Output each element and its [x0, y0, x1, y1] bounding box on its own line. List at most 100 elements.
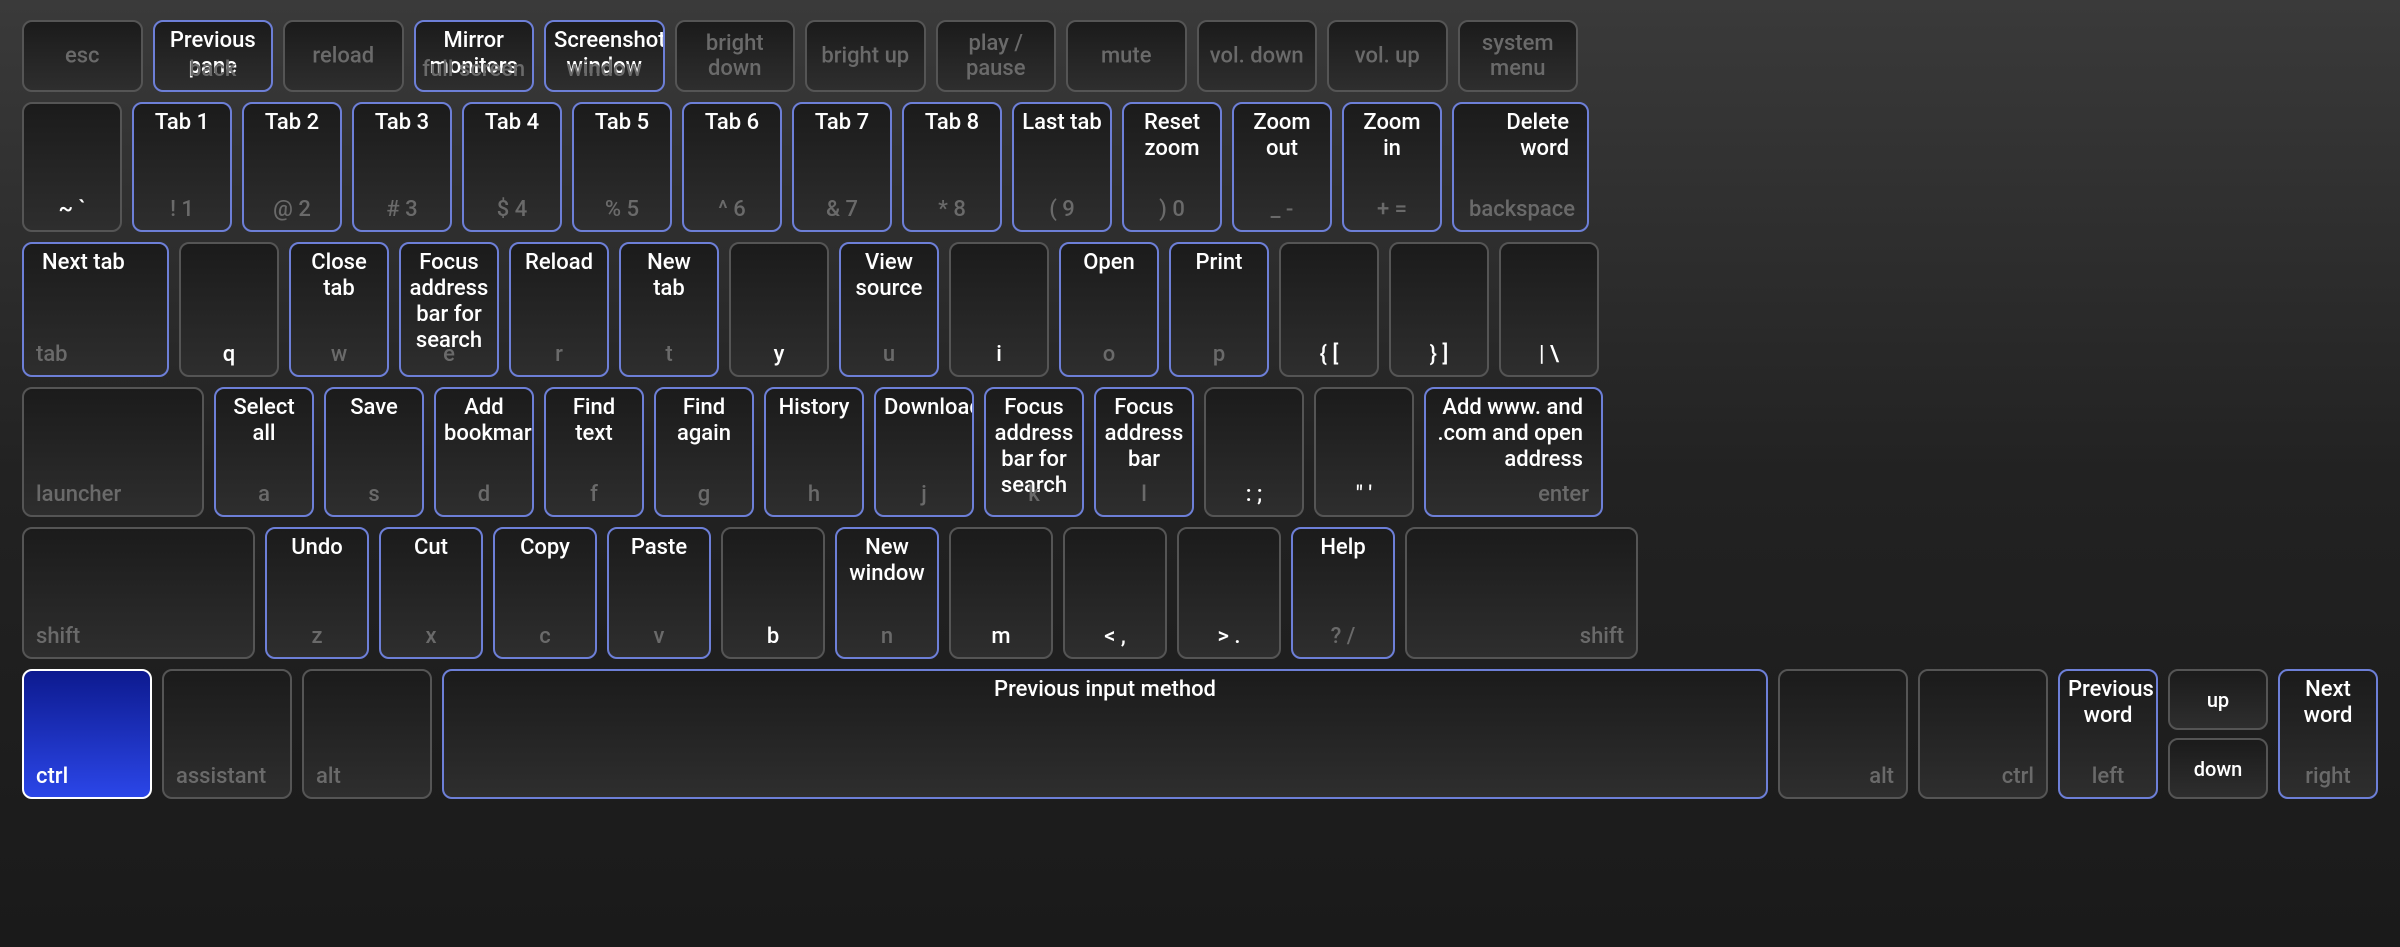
- mute-key[interactable]: mute: [1066, 20, 1187, 92]
- key-glyph: launcher: [36, 482, 121, 507]
- key-glyph: e: [401, 342, 497, 367]
- arrow-up-key[interactable]: up: [2168, 669, 2268, 730]
- shortcut-label: Find text: [546, 395, 642, 447]
- shortcut-label: Zoom out: [1234, 110, 1330, 162]
- key-glyph: j: [876, 482, 972, 507]
- key-backslash-key[interactable]: | \: [1499, 242, 1599, 377]
- shortcut-label: Print: [1171, 250, 1267, 276]
- tab-7-key[interactable]: Tab 7& 7: [792, 102, 892, 232]
- alt-right-key[interactable]: alt: [1778, 669, 1908, 799]
- launcher-key[interactable]: launcher: [22, 387, 204, 517]
- add-bookmark-key[interactable]: Add bookmarkd: [434, 387, 534, 517]
- shortcut-label: Help: [1293, 535, 1393, 561]
- reload-key[interactable]: Reloadr: [509, 242, 609, 377]
- key-glyph: bright down: [677, 31, 794, 81]
- ctrl-left-key[interactable]: ctrl: [22, 669, 152, 799]
- focus-address-search-2-key[interactable]: Focus address bar for searchk: [984, 387, 1084, 517]
- key-comma-key[interactable]: < ,: [1063, 527, 1167, 659]
- play-pause-key[interactable]: play / pause: [936, 20, 1057, 92]
- key-glyph: % 5: [574, 197, 670, 222]
- tab-8-key[interactable]: Tab 8* 8: [902, 102, 1002, 232]
- vol-up-key[interactable]: vol. up: [1327, 20, 1448, 92]
- shortcut-label: Undo: [267, 535, 367, 561]
- key-b-key[interactable]: b: [721, 527, 825, 659]
- shortcut-label: Add www. and .com and open address: [1426, 395, 1591, 473]
- tab-4-key[interactable]: Tab 4$ 4: [462, 102, 562, 232]
- key-glyph: reload: [285, 44, 402, 69]
- zoom-out-key[interactable]: Zoom out_ -: [1232, 102, 1332, 232]
- key-glyph: x: [381, 624, 481, 649]
- key-glyph: } ]: [1391, 342, 1487, 367]
- shortcut-label: Tab 6: [684, 110, 780, 136]
- tab-5-key[interactable]: Tab 5% 5: [572, 102, 672, 232]
- cut-key[interactable]: Cut x: [379, 527, 483, 659]
- arrow-right-key[interactable]: Next word right: [2278, 669, 2378, 799]
- key-lbracket-key[interactable]: { [: [1279, 242, 1379, 377]
- key-glyph: alt: [316, 764, 341, 789]
- close-tab-key[interactable]: Close tabw: [289, 242, 389, 377]
- add-www-com-key[interactable]: Add www. and .com and open addressenter: [1424, 387, 1603, 517]
- history-key[interactable]: Historyh: [764, 387, 864, 517]
- mirror-monitors-key[interactable]: Mirror monitorsfull screen: [414, 20, 535, 92]
- screenshot-window-key[interactable]: Screenshot windowwindow: [544, 20, 665, 92]
- find-again-key[interactable]: Find againg: [654, 387, 754, 517]
- bright-up-key[interactable]: bright up: [805, 20, 926, 92]
- arrow-left-key[interactable]: Previous word left: [2058, 669, 2158, 799]
- undo-key[interactable]: Undoz: [265, 527, 369, 659]
- previous-pane-key[interactable]: Previous paneback: [153, 20, 274, 92]
- key-glyph: t: [621, 342, 717, 367]
- find-text-key[interactable]: Find textf: [544, 387, 644, 517]
- print-key[interactable]: Printp: [1169, 242, 1269, 377]
- new-tab-key[interactable]: New tabt: [619, 242, 719, 377]
- tab-3-key[interactable]: Tab 3# 3: [352, 102, 452, 232]
- key-glyph: l: [1096, 482, 1192, 507]
- new-window-key[interactable]: New windown: [835, 527, 939, 659]
- key-period-key[interactable]: > .: [1177, 527, 1281, 659]
- key-rbracket-key[interactable]: } ]: [1389, 242, 1489, 377]
- open-key[interactable]: Openo: [1059, 242, 1159, 377]
- arrow-down-key[interactable]: down: [2168, 738, 2268, 799]
- alt-left-key[interactable]: alt: [302, 669, 432, 799]
- key-quote-key[interactable]: " ': [1314, 387, 1414, 517]
- select-all-key[interactable]: Select alla: [214, 387, 314, 517]
- tab-1-key[interactable]: Tab 1! 1: [132, 102, 232, 232]
- shortcut-label: Cut: [381, 535, 481, 561]
- key-m-key[interactable]: m: [949, 527, 1053, 659]
- zoom-in-key[interactable]: Zoom in+ =: [1342, 102, 1442, 232]
- esc-key[interactable]: esc: [22, 20, 143, 92]
- save-key[interactable]: Saves: [324, 387, 424, 517]
- key-glyph: system menu: [1460, 31, 1577, 81]
- downloads-key[interactable]: Downloadsj: [874, 387, 974, 517]
- delete-word-key[interactable]: Delete wordbackspace: [1452, 102, 1589, 232]
- key-semicolon-key[interactable]: : ;: [1204, 387, 1304, 517]
- key-q-key[interactable]: q: [179, 242, 279, 377]
- number-row: ~ `Tab 1! 1Tab 2@ 2Tab 3# 3Tab 4$ 4Tab 5…: [22, 102, 2378, 232]
- reset-zoom-key[interactable]: Reset zoom) 0: [1122, 102, 1222, 232]
- focus-address-search-key[interactable]: Focus address bar for searche: [399, 242, 499, 377]
- system-menu-key[interactable]: system menu: [1458, 20, 1579, 92]
- paste-key[interactable]: Pastev: [607, 527, 711, 659]
- key-glyph: * 8: [904, 197, 1000, 222]
- reload-fn-key[interactable]: reload: [283, 20, 404, 92]
- next-tab-key[interactable]: Next tabtab: [22, 242, 169, 377]
- bright-down-key[interactable]: bright down: [675, 20, 796, 92]
- help-key[interactable]: Help? /: [1291, 527, 1395, 659]
- assistant-key[interactable]: assistant: [162, 669, 292, 799]
- view-source-key[interactable]: View sourceu: [839, 242, 939, 377]
- space-key[interactable]: Previous input method: [442, 669, 1768, 799]
- shift-left-key[interactable]: shift: [22, 527, 255, 659]
- key-y-key[interactable]: y: [729, 242, 829, 377]
- tab-2-key[interactable]: Tab 2@ 2: [242, 102, 342, 232]
- copy-key[interactable]: Copyc: [493, 527, 597, 659]
- vol-down-key[interactable]: vol. down: [1197, 20, 1318, 92]
- focus-address-key[interactable]: Focus address barl: [1094, 387, 1194, 517]
- shift-right-key[interactable]: shift: [1405, 527, 1638, 659]
- backtick-key[interactable]: ~ `: [22, 102, 122, 232]
- key-i-key[interactable]: i: [949, 242, 1049, 377]
- last-tab-key[interactable]: Last tab( 9: [1012, 102, 1112, 232]
- tab-6-key[interactable]: Tab 6^ 6: [682, 102, 782, 232]
- home-row: launcherSelect allaSavesAdd bookmarkdFin…: [22, 387, 2378, 517]
- key-glyph: play / pause: [938, 31, 1055, 81]
- ctrl-right-key[interactable]: ctrl: [1918, 669, 2048, 799]
- shortcut-label: Add bookmark: [436, 395, 532, 447]
